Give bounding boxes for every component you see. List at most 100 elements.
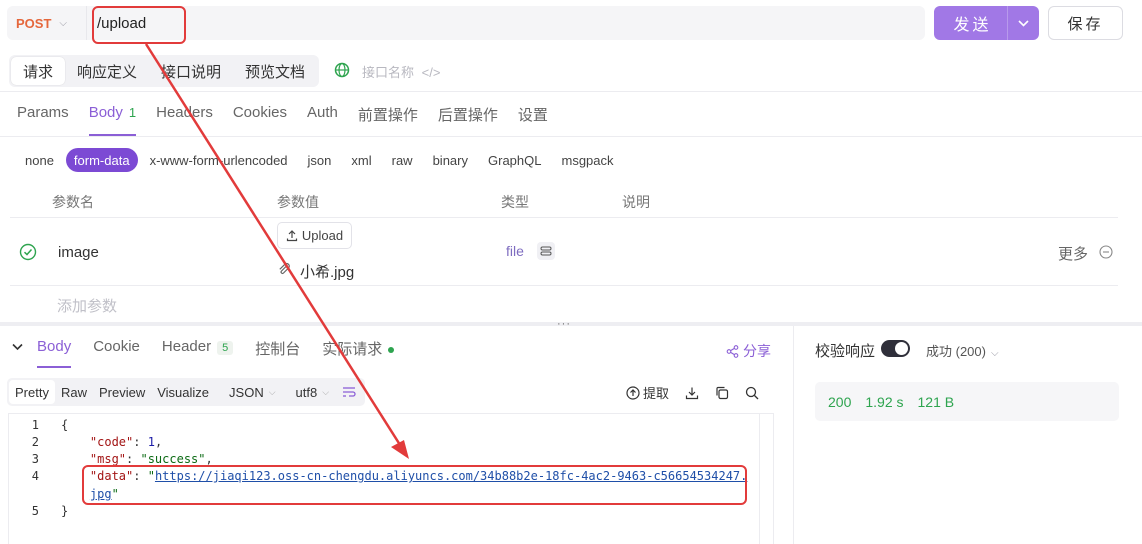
tab-response-definition[interactable]: 响应定义	[65, 57, 149, 85]
divider	[10, 217, 1118, 218]
share-label: 分享	[743, 343, 771, 359]
paperclip-icon	[279, 262, 290, 274]
validate-response-label: 校验响应	[815, 343, 876, 360]
header-count-badge: 5	[217, 341, 234, 355]
divider	[10, 285, 1118, 286]
code-icon: </>	[421, 65, 441, 80]
code-line: 2 "code": 1,	[31, 435, 163, 449]
body-type-selector: none form-data x-www-form-urlencoded jso…	[17, 148, 626, 172]
method-select[interactable]: POST ⌵	[7, 6, 87, 40]
more-button[interactable]: 更多	[1058, 243, 1088, 264]
extract-button[interactable]: 提取	[626, 383, 669, 402]
vertical-scrollbar[interactable]	[759, 414, 773, 544]
view-visualize[interactable]: Visualize	[151, 380, 215, 404]
interface-name-input[interactable]: 接口名称 </>	[362, 62, 440, 81]
chevron-down-icon[interactable]	[1007, 6, 1039, 40]
encoding-select[interactable]: utf8 ⌵	[290, 380, 336, 404]
divider	[0, 136, 1142, 137]
body-type-msgpack[interactable]: msgpack	[553, 148, 621, 172]
file-name: 小希.jpg	[300, 264, 355, 281]
tab-headers[interactable]: Headers	[156, 104, 213, 136]
tab-auth[interactable]: Auth	[307, 104, 338, 136]
tab-body[interactable]: Body 1	[88, 104, 137, 136]
share-icon	[726, 344, 739, 358]
remove-circle-icon[interactable]	[1099, 245, 1113, 259]
column-header-type: 类型	[501, 194, 529, 210]
tab-console[interactable]: 控制台	[255, 338, 300, 368]
upload-label: Upload	[301, 228, 344, 243]
response-size: 121 B	[917, 393, 955, 410]
add-param-field[interactable]: 添加参数	[57, 295, 117, 316]
view-preview[interactable]: Preview	[93, 380, 151, 404]
view-raw[interactable]: Raw	[55, 380, 93, 404]
download-icon[interactable]	[685, 386, 699, 400]
tab-request[interactable]: 请求	[11, 57, 66, 85]
method-label: POST	[16, 15, 52, 31]
body-count-badge: 1	[128, 105, 137, 120]
column-header-value: 参数值	[277, 194, 319, 210]
status-code: 200	[828, 393, 852, 410]
response-summary: 200 1.92 s 121 B	[815, 382, 1119, 421]
wrap-lines-icon[interactable]	[335, 380, 363, 404]
body-type-form-data[interactable]: form-data	[65, 148, 138, 172]
tab-response-cookie[interactable]: Cookie	[93, 338, 140, 368]
annotation-box-data	[82, 465, 747, 505]
body-type-raw[interactable]: raw	[384, 148, 421, 172]
send-button[interactable]: 发送	[934, 6, 1039, 40]
tab-params[interactable]: Params	[17, 104, 69, 136]
save-button[interactable]: 保存	[1048, 6, 1123, 40]
copy-icon[interactable]	[715, 386, 729, 400]
view-pretty[interactable]: Pretty	[9, 380, 55, 404]
globe-icon[interactable]	[334, 62, 350, 78]
column-header-description: 说明	[622, 194, 650, 210]
column-header-name: 参数名	[52, 194, 94, 210]
param-name-field[interactable]: image	[58, 244, 99, 261]
body-type-binary[interactable]: binary	[425, 148, 476, 172]
response-time: 1.92 s	[865, 393, 904, 410]
code-line: 5}	[31, 504, 69, 518]
response-status-select[interactable]: 成功 (200) ⌵	[926, 341, 999, 360]
chevron-down-icon: ⌵	[59, 17, 67, 29]
interface-name-placeholder: 接口名称	[362, 65, 415, 80]
toggle-knob	[895, 342, 908, 355]
body-type-xml[interactable]: xml	[343, 148, 379, 172]
tab-response-body[interactable]: Body	[37, 338, 72, 368]
response-toolbar: 提取	[626, 383, 775, 402]
format-select[interactable]: JSON ⌵	[223, 380, 282, 404]
panel-resize-handle[interactable]	[0, 322, 1142, 326]
search-icon[interactable]	[745, 386, 759, 400]
body-type-json[interactable]: json	[300, 148, 340, 172]
body-type-urlencoded[interactable]: x-www-form-urlencoded	[142, 148, 296, 172]
tab-actual-request[interactable]: 实际请求	[322, 338, 395, 368]
tab-preview-doc[interactable]: 预览文档	[233, 57, 317, 85]
collapse-chevron-icon[interactable]	[12, 338, 23, 368]
annotation-box-url	[92, 6, 186, 44]
type-options-icon[interactable]	[537, 242, 555, 260]
chevron-down-icon: ⌵	[990, 348, 999, 359]
tab-pre-processors[interactable]: 前置操作	[358, 104, 418, 136]
tab-response-header[interactable]: Header 5	[162, 338, 234, 368]
tab-api-description[interactable]: 接口说明	[149, 57, 233, 85]
divider	[0, 91, 1142, 92]
code-line: 1{	[31, 418, 69, 432]
body-type-none[interactable]: none	[17, 148, 62, 172]
param-tabs: Params Body 1 Headers Cookies Auth 前置操作 后…	[17, 104, 568, 136]
send-label: 发送	[953, 17, 992, 34]
tab-settings[interactable]: 设置	[518, 104, 548, 136]
body-type-graphql[interactable]: GraphQL	[480, 148, 549, 172]
validate-response-toggle[interactable]	[881, 340, 910, 357]
response-tabs: Body Cookie Header 5 控制台 实际请求	[12, 338, 416, 368]
check-circle-icon[interactable]	[19, 243, 37, 261]
status-dot	[388, 347, 395, 354]
extract-icon	[626, 385, 640, 400]
mode-tabs: 请求 响应定义 接口说明 预览文档	[9, 55, 320, 87]
tab-cookies[interactable]: Cookies	[233, 104, 287, 136]
param-type-select[interactable]: file	[506, 243, 524, 259]
tab-post-processors[interactable]: 后置操作	[438, 104, 498, 136]
upload-button[interactable]: Upload	[277, 222, 352, 249]
view-mode-bar: Pretty Raw Preview Visualize JSON ⌵ utf8 ⌵	[7, 378, 366, 406]
share-button[interactable]: 分享	[726, 341, 771, 361]
drag-handle-icon[interactable]: ···	[557, 318, 571, 330]
extract-label: 提取	[643, 386, 670, 401]
upload-icon	[286, 229, 297, 241]
